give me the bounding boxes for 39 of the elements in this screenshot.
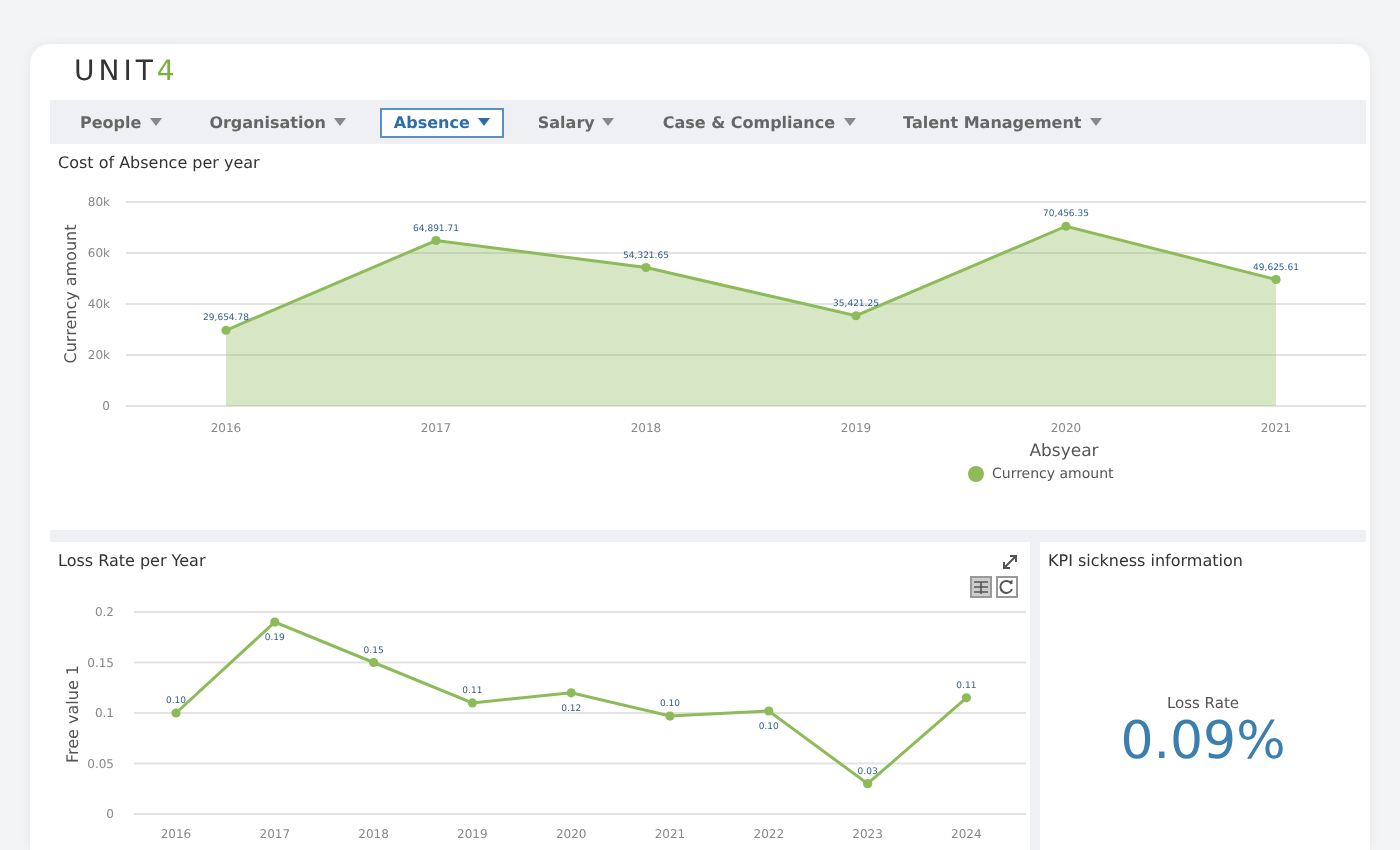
data-point [851, 311, 861, 321]
data-point [641, 262, 651, 273]
data-point [369, 657, 379, 668]
data-point [566, 688, 576, 698]
unit4-logo: UNIT4 [74, 56, 179, 88]
panel-title: KPI sickness information [1046, 550, 1245, 570]
caret-icon [602, 118, 615, 126]
nav-tab[interactable]: Absence [379, 107, 504, 137]
x-axis-title: Absyear [1029, 442, 1099, 462]
refresh-icon[interactable] [996, 576, 1018, 598]
kpi-value: 0.09% [1120, 712, 1286, 772]
data-point [431, 235, 441, 246]
caret-icon [333, 118, 346, 126]
caret-icon [477, 118, 490, 126]
data-point [221, 325, 231, 335]
nav-tab[interactable]: Case & Compliance [648, 107, 870, 137]
data-point [171, 708, 181, 718]
nav-tab[interactable]: Salary [523, 107, 629, 137]
data-point [665, 711, 675, 721]
caret-icon [1089, 118, 1102, 126]
expand-icon[interactable] [1002, 554, 1018, 570]
y-axis-title: Currency amount [62, 224, 80, 364]
data-point [764, 706, 774, 716]
nav-tab[interactable]: People [66, 107, 176, 137]
data-point [863, 779, 873, 789]
nav-tab[interactable]: Talent Management [889, 107, 1116, 137]
caret-icon [149, 118, 162, 126]
data-point [467, 698, 477, 708]
legend-dot [968, 466, 984, 482]
caret-icon [843, 118, 856, 126]
data-point [1061, 221, 1071, 231]
y-axis-title: Free value 1 [64, 665, 82, 763]
data-point [1271, 274, 1281, 285]
nav-tab[interactable]: Organisation [195, 107, 360, 137]
table-icon[interactable] [970, 576, 992, 598]
data-point [270, 617, 280, 627]
data-point [961, 693, 971, 703]
panel-title: Loss Rate per Year [56, 550, 208, 570]
panel-title: Cost of Absence per year [56, 152, 262, 172]
